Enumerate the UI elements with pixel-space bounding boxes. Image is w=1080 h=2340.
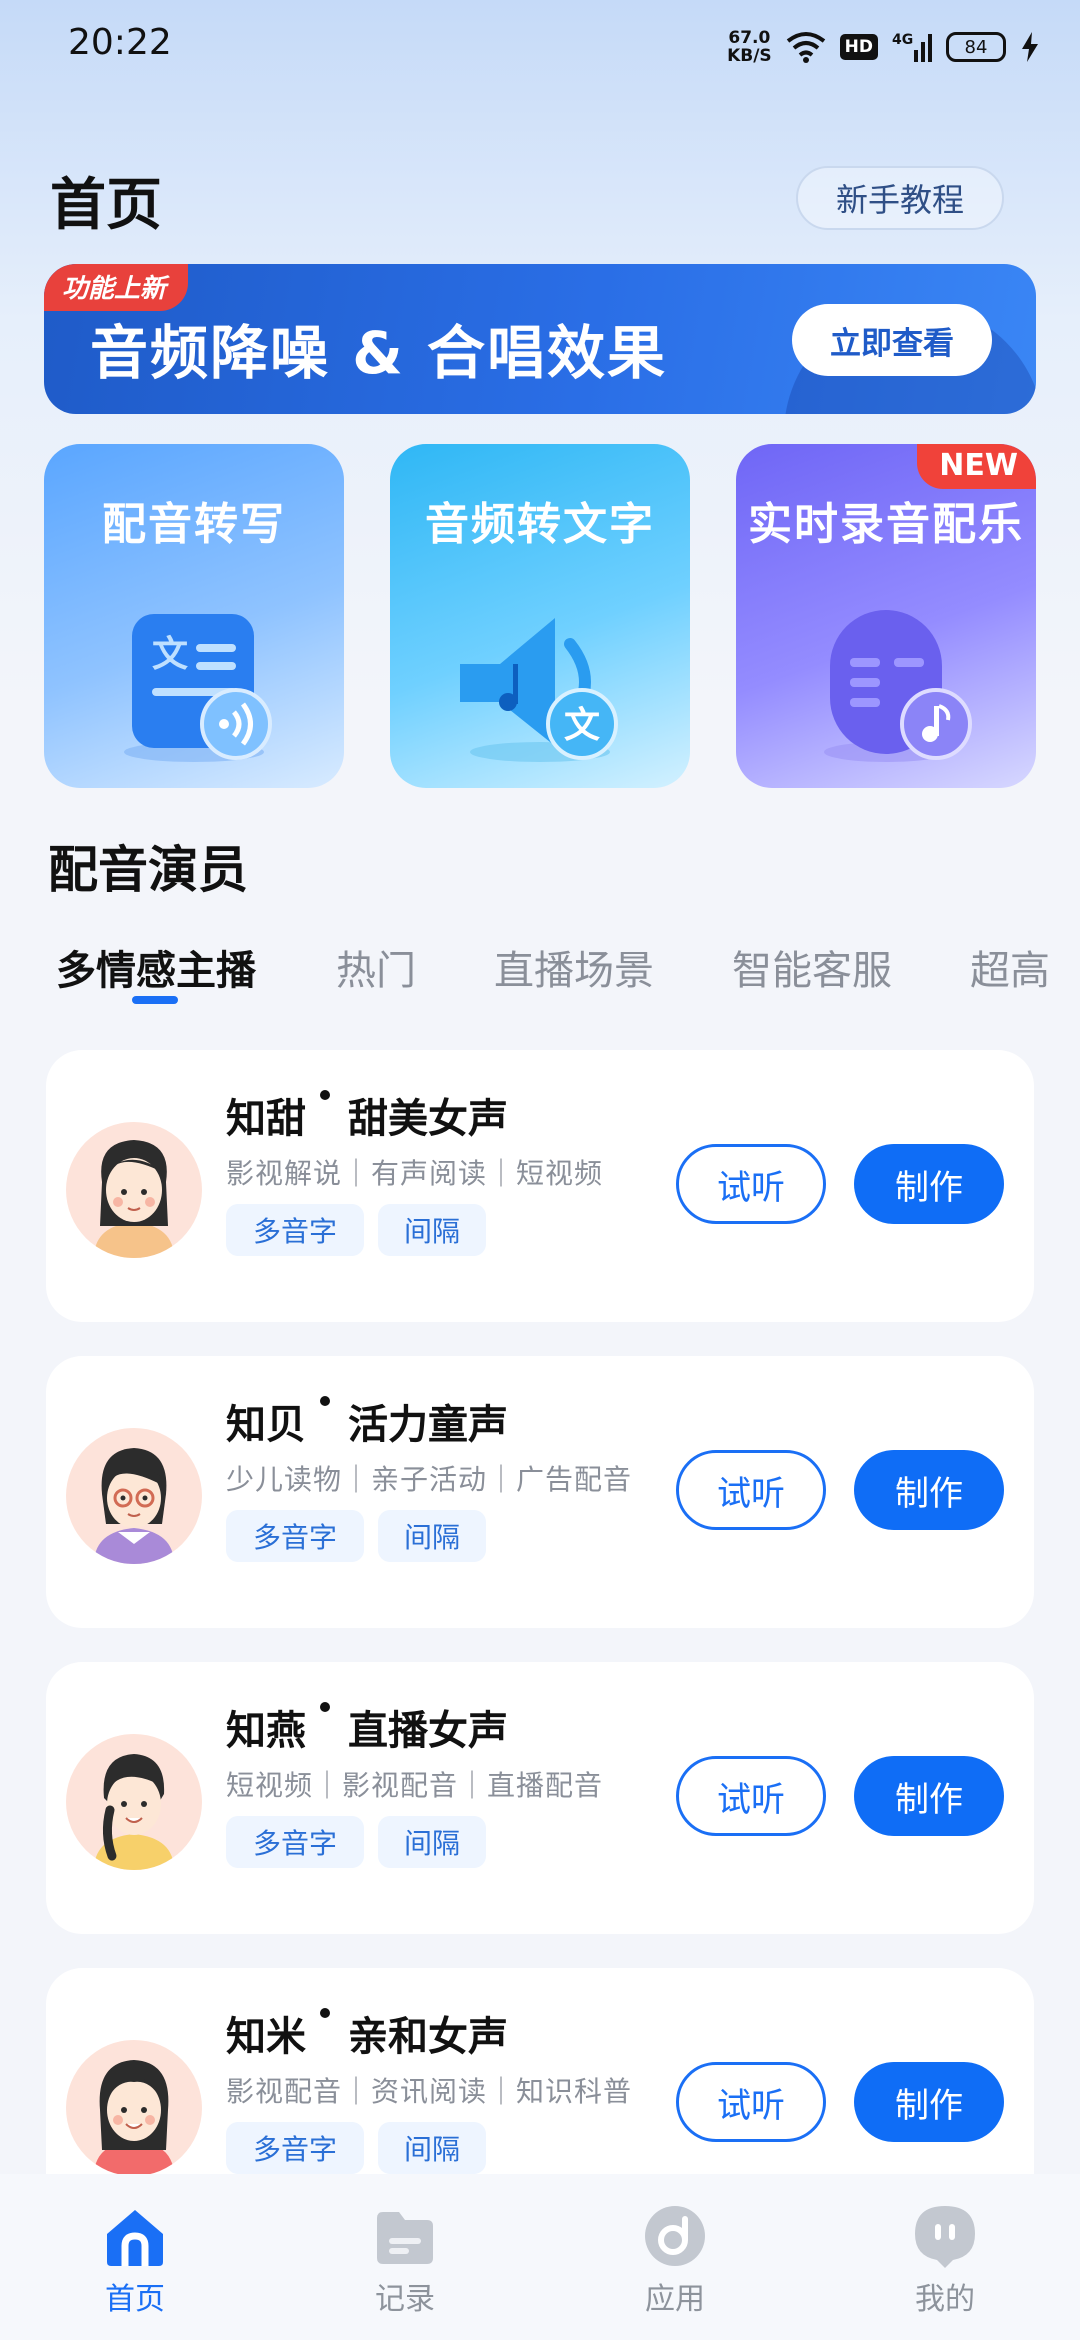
polyphone-chip: 多音字 bbox=[226, 1204, 364, 1256]
svg-text:文: 文 bbox=[152, 634, 188, 675]
voice-tags: 少儿读物｜亲子活动｜广告配音 bbox=[226, 1463, 633, 1496]
signal-icon: 4G bbox=[892, 32, 932, 62]
tab-ultra[interactable]: 超高 bbox=[970, 938, 1050, 996]
interval-chip: 间隔 bbox=[378, 1204, 486, 1256]
feature-title: 实时录音配乐 bbox=[748, 499, 1024, 550]
wifi-icon bbox=[786, 32, 825, 63]
tab-live-scene[interactable]: 直播场景 bbox=[494, 938, 654, 996]
microphone-music-icon bbox=[824, 610, 972, 762]
voice-name: 知米 亲和女声 bbox=[226, 2004, 508, 2062]
nav-label: 应用 bbox=[645, 2282, 705, 2317]
nav-label: 首页 bbox=[105, 2282, 165, 2317]
status-time: 20:22 bbox=[68, 22, 172, 63]
listen-button[interactable]: 试听 bbox=[676, 1756, 826, 1836]
make-button[interactable]: 制作 bbox=[854, 1450, 1004, 1530]
voice-tags: 影视解说｜有声阅读｜短视频 bbox=[226, 1157, 604, 1190]
voice-name: 知甜 甜美女声 bbox=[226, 1086, 508, 1144]
avatar bbox=[66, 1734, 202, 1870]
listen-button[interactable]: 试听 bbox=[676, 2062, 826, 2142]
polyphone-chip: 多音字 bbox=[226, 2122, 364, 2174]
avatar bbox=[66, 1122, 202, 1258]
document-audio-icon: 文 bbox=[124, 614, 272, 762]
voice-name: 知贝 活力童声 bbox=[226, 1392, 508, 1450]
status-bar: 20:22 67.0 KB/S HD 4G 84 bbox=[0, 0, 1080, 96]
interval-chip: 间隔 bbox=[378, 2122, 486, 2174]
interval-chip: 间隔 bbox=[378, 1510, 486, 1562]
make-button[interactable]: 制作 bbox=[854, 2062, 1004, 2142]
listen-button[interactable]: 试听 bbox=[676, 1144, 826, 1224]
bottom-navigation: 首页 记录 应用 我的 bbox=[0, 2174, 1080, 2340]
active-tab-indicator bbox=[132, 996, 178, 1004]
nav-profile[interactable]: 我的 bbox=[810, 2174, 1080, 2340]
feature-dubbing-transcribe[interactable]: 配音转写 文 bbox=[44, 444, 344, 788]
home-icon bbox=[107, 2210, 163, 2266]
tab-smart-service[interactable]: 智能客服 bbox=[732, 938, 892, 996]
voice-card[interactable]: 知燕 直播女声 短视频｜影视配音｜直播配音 多音字 间隔 试听 制作 bbox=[46, 1662, 1034, 1934]
banner-title: 音频降噪 & 合唱效果 bbox=[90, 319, 667, 387]
apps-icon bbox=[645, 2206, 705, 2266]
interval-chip: 间隔 bbox=[378, 1816, 486, 1868]
section-title: 配音演员 bbox=[48, 840, 248, 899]
profile-icon bbox=[915, 2206, 975, 2268]
nav-label: 记录 bbox=[375, 2282, 435, 2317]
page-title: 首页 bbox=[50, 172, 162, 238]
tab-hot[interactable]: 热门 bbox=[336, 938, 416, 996]
network-type: 4G bbox=[892, 32, 913, 48]
view-now-button[interactable]: 立即查看 bbox=[792, 304, 992, 376]
listen-button[interactable]: 试听 bbox=[676, 1450, 826, 1530]
hd-badge: HD bbox=[839, 34, 878, 60]
new-feature-badge: 功能上新 bbox=[44, 264, 189, 311]
make-button[interactable]: 制作 bbox=[854, 1756, 1004, 1836]
voice-name: 知燕 直播女声 bbox=[226, 1698, 508, 1756]
feature-live-record-music[interactable]: 实时录音配乐 NEW bbox=[736, 444, 1036, 788]
feature-title: 配音转写 bbox=[102, 499, 286, 550]
net-speed: 67.0 KB/S bbox=[727, 28, 772, 66]
promo-banner[interactable]: 功能上新 音频降噪 & 合唱效果 立即查看 bbox=[44, 264, 1036, 414]
polyphone-chip: 多音字 bbox=[226, 1510, 364, 1562]
folder-icon bbox=[377, 2212, 433, 2264]
make-button[interactable]: 制作 bbox=[854, 1144, 1004, 1224]
tutorial-button[interactable]: 新手教程 bbox=[796, 166, 1004, 230]
avatar bbox=[66, 1428, 202, 1564]
voice-card[interactable]: 知甜 甜美女声 影视解说｜有声阅读｜短视频 多音字 间隔 试听 制作 bbox=[46, 1050, 1034, 1322]
tab-multi-emotion[interactable]: 多情感主播 bbox=[56, 938, 256, 996]
battery-icon: 84 bbox=[946, 32, 1006, 62]
feature-audio-to-text[interactable]: 音频转文字 文 bbox=[390, 444, 690, 788]
speaker-text-icon: 文 bbox=[460, 618, 618, 762]
nav-label: 我的 bbox=[915, 2282, 975, 2317]
status-icons: 67.0 KB/S HD 4G 84 bbox=[727, 24, 1040, 70]
voice-tags: 影视配音｜资讯阅读｜知识科普 bbox=[226, 2075, 633, 2108]
voice-tags: 短视频｜影视配音｜直播配音 bbox=[226, 1769, 604, 1802]
feature-title: 音频转文字 bbox=[425, 499, 655, 550]
avatar bbox=[66, 2040, 202, 2176]
polyphone-chip: 多音字 bbox=[226, 1816, 364, 1868]
charging-icon bbox=[1022, 32, 1038, 62]
svg-text:文: 文 bbox=[564, 705, 600, 746]
nav-home[interactable]: 首页 bbox=[0, 2174, 270, 2340]
voice-card[interactable]: 知贝 活力童声 少儿读物｜亲子活动｜广告配音 多音字 间隔 试听 制作 bbox=[46, 1356, 1034, 1628]
nav-apps[interactable]: 应用 bbox=[540, 2174, 810, 2340]
new-badge: NEW bbox=[917, 444, 1036, 489]
voice-category-tabs: 多情感主播 热门 直播场景 智能客服 超高 bbox=[0, 930, 1080, 1010]
nav-records[interactable]: 记录 bbox=[270, 2174, 540, 2340]
